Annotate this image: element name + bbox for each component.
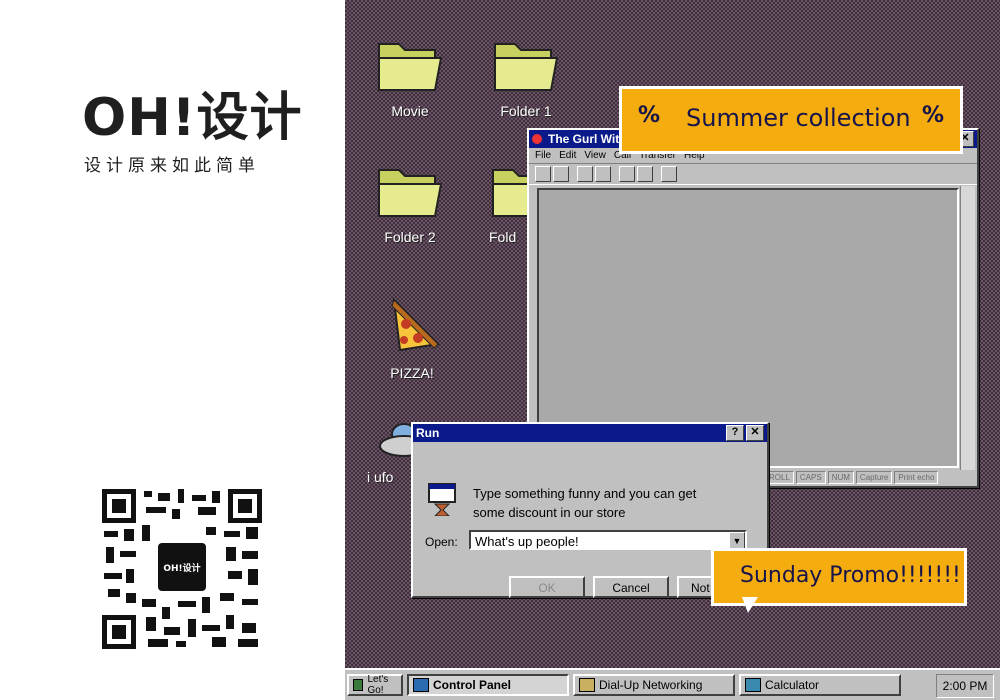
desktop-icon-pizza[interactable]: PIZZA!: [367, 294, 457, 381]
open-label: Open:: [425, 535, 458, 549]
menu-view[interactable]: View: [584, 150, 606, 161]
task-calculator[interactable]: Calculator: [739, 674, 901, 696]
task-control-panel[interactable]: Control Panel: [407, 674, 569, 696]
qr-center-logo: OH!设计: [163, 562, 200, 574]
run-message-line-2: some discount in our store: [473, 505, 626, 520]
menu-file[interactable]: File: [535, 150, 551, 161]
summer-collection-banner: % Summer collection %: [619, 86, 963, 154]
desktop-icon-label: Movie: [391, 103, 429, 119]
brand-logo: OH!设计: [82, 88, 303, 148]
start-label: Let's Go!: [367, 674, 389, 696]
task-label: Dial-Up Networking: [599, 678, 703, 692]
folder-icon: [378, 169, 443, 217]
desktop-icon-label: PIZZA!: [390, 365, 434, 381]
sunday-promo-banner: Sunday Promo!!!!!!!: [711, 548, 967, 613]
status-print-echo: Print echo: [894, 471, 939, 484]
start-button[interactable]: Let's Go!: [347, 674, 403, 696]
hangup-icon[interactable]: [595, 166, 611, 182]
new-icon[interactable]: [535, 166, 551, 182]
status-num: NUM: [827, 471, 854, 484]
calculator-icon: [745, 678, 761, 692]
folder-icon: [494, 43, 559, 91]
control-panel-icon: [413, 678, 429, 692]
desktop-icon-label: Folder 1: [500, 103, 552, 119]
status-caps: CAPS: [795, 471, 826, 484]
desktop-icon-label: Folder 2: [384, 229, 436, 245]
help-icon[interactable]: ?: [726, 425, 744, 441]
receive-icon[interactable]: [637, 166, 653, 182]
speech-bubble-tail: [742, 597, 758, 613]
run-program-icon: [428, 483, 456, 516]
percent-icon: %: [921, 103, 944, 128]
app-icon: [532, 134, 542, 144]
taskbar-clock: 2:00 PM: [936, 674, 994, 698]
send-icon[interactable]: [619, 166, 635, 182]
qr-code: OH!设计: [102, 489, 262, 649]
close-icon[interactable]: ✕: [746, 425, 764, 441]
cancel-button[interactable]: Cancel: [593, 576, 669, 598]
taskbar: Let's Go! Control Panel Dial-Up Networki…: [345, 668, 1000, 700]
folder-icon: [492, 169, 530, 217]
summer-collection-text: Summer collection: [686, 104, 911, 132]
dial-up-icon: [579, 678, 595, 692]
open-icon[interactable]: [553, 166, 569, 182]
desktop-icon-movie[interactable]: Movie: [365, 36, 455, 119]
run-dialog-title: Run: [416, 426, 440, 440]
chat-status-bar: ROLL CAPS NUM Capture Print echo: [765, 471, 939, 484]
sunday-promo-text: Sunday Promo!!!!!!!: [740, 563, 961, 588]
desktop-icon-folder-1[interactable]: Folder 1: [481, 36, 571, 119]
desktop: Movie Folder 1 Folder 2 Fold PIZZA! i uf…: [345, 0, 1000, 668]
task-dial-up-networking[interactable]: Dial-Up Networking: [573, 674, 735, 696]
status-capture: Capture: [855, 471, 893, 484]
ok-button[interactable]: OK: [509, 576, 585, 598]
desktop-icon-folder-2[interactable]: Folder 2: [365, 162, 455, 245]
properties-icon[interactable]: [661, 166, 677, 182]
folder-icon: [378, 43, 443, 91]
pizza-icon: [391, 297, 441, 352]
run-dialog-message: Type something funny and you can get som…: [473, 484, 733, 522]
status-roll: ROLL: [765, 471, 794, 484]
phone-icon[interactable]: [577, 166, 593, 182]
menu-edit[interactable]: Edit: [559, 150, 576, 161]
task-label: Control Panel: [433, 678, 512, 692]
percent-icon: %: [638, 103, 661, 128]
open-input[interactable]: What's up people! ▼: [469, 530, 747, 550]
run-message-line-1: Type something funny and you can get: [473, 486, 697, 501]
brand-tagline: 设计原来如此简单: [84, 156, 260, 176]
task-label: Calculator: [765, 678, 820, 692]
chat-scrollbar[interactable]: [960, 186, 975, 470]
chat-toolbar: [529, 163, 977, 185]
brand-panel: OH!设计 设计原来如此简单 OH!设计: [0, 0, 345, 700]
open-input-value: What's up people!: [475, 534, 579, 549]
windows-logo-icon: [353, 679, 364, 691]
run-dialog-titlebar[interactable]: Run ? ✕: [413, 424, 767, 442]
